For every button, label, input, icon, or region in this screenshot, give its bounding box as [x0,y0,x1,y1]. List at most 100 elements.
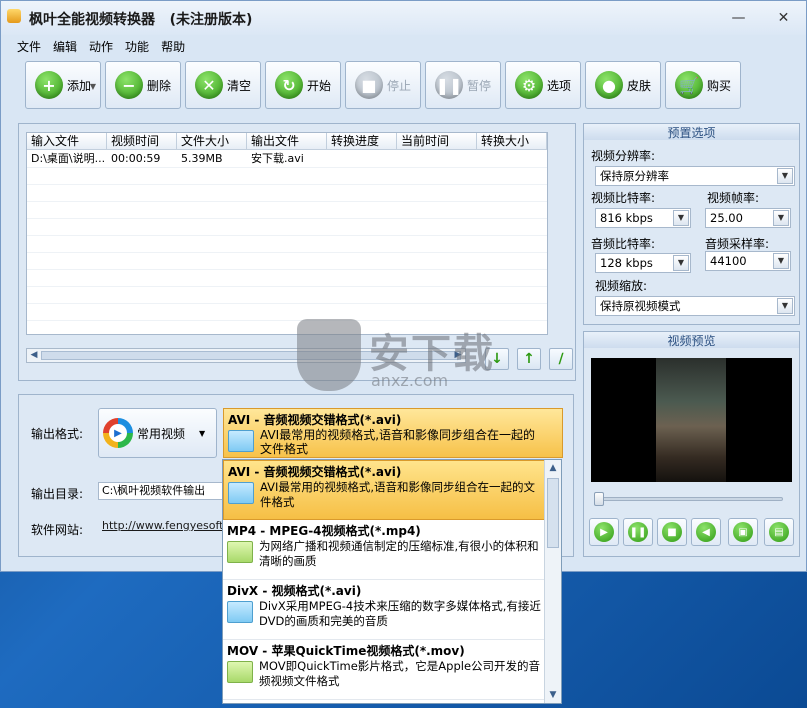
table-cell [477,150,547,167]
table-cell: 00:00:59 [111,152,161,165]
open-folder-button[interactable]: ▤ [764,518,794,546]
format-select-title: AVI - 音频视频交错格式(*.avi) [228,413,402,427]
clear-button[interactable]: ✕ 清空 [185,61,261,109]
play-icon: ▶ [594,522,614,542]
skin-button[interactable]: ● 皮肤 [585,61,661,109]
table-header: 输入文件 视频时间 文件大小 输出文件 转换进度 当前时间 转换大小 [27,133,547,150]
video-bitrate-value: 816 kbps [600,211,653,225]
website-link[interactable]: http://www.fengyesoft.c [102,519,233,532]
column-header[interactable]: 文件大小 [177,133,247,149]
format-option-title: MP4 - MPEG-4视频格式(*.mp4) [227,524,421,538]
stop-icon: ■ [662,522,682,542]
column-header[interactable]: 转换大小 [477,133,547,149]
output-dir-input[interactable]: C:\枫叶视频软件输出 [98,482,223,500]
camera-icon: ▣ [733,522,753,542]
toolbar: + 添加 ▼ − 删除 ✕ 清空 ↻ 开始 ■ 停止 ❚❚ 暂停 ⚙ 选项 ● [25,61,781,113]
format-option-title: DivX - 视频格式(*.avi) [227,584,362,598]
stop-icon: ■ [354,71,383,99]
scroll-down-icon[interactable]: ▼ [545,687,561,703]
minimize-button[interactable]: — [716,1,761,35]
wand-icon: ∕ [558,351,564,367]
window-title: 枫叶全能视频转换器 (未注册版本) [29,12,253,28]
format-option[interactable]: MP4 - MPEG-4视频格式(*.mp4) 为网络广播和视频通信制定的压缩标… [223,520,545,580]
scroll-left-icon[interactable]: ◀ [27,349,41,362]
preview-title: 视频预览 [584,332,799,348]
folder-icon [228,430,254,452]
audio-bitrate-select[interactable]: 128 kbps ▼ [595,253,691,273]
column-header[interactable]: 输入文件 [27,133,107,149]
options-button[interactable]: ⚙ 选项 [505,61,581,109]
video-frame [656,358,726,482]
delete-label: 删除 [146,78,171,93]
cart-icon: 🛒 [674,71,703,99]
format-option[interactable]: DivX - 视频格式(*.avi) DivX采用MPEG-4技术来压缩的数字多… [223,580,545,640]
stop-button[interactable]: ■ 停止 [345,61,421,109]
column-header[interactable]: 输出文件 [247,133,327,149]
video-bitrate-select[interactable]: 816 kbps ▼ [595,208,691,228]
format-select-desc: AVI最常用的视频格式,语音和影像同步组合在一起的文件格式 [260,428,536,456]
seek-slider[interactable] [594,492,783,506]
format-option-title: AVI - 音频视频交错格式(*.avi) [228,465,402,479]
title-bar: 枫叶全能视频转换器 (未注册版本) — ✕ [1,1,806,35]
output-format-label: 输出格式: [31,427,84,441]
table-cell: 5.39MB [181,152,223,165]
menu-function[interactable]: 功能 [119,35,155,57]
start-button[interactable]: ↻ 开始 [265,61,341,109]
refresh-icon: ↻ [274,71,303,99]
column-header[interactable]: 当前时间 [397,133,477,149]
pause-preview-button[interactable]: ❚❚ [623,518,653,546]
format-option-desc: MOV即QuickTime影片格式，它是Apple公司开发的音频视频文件格式 [259,659,541,688]
scroll-up-icon[interactable]: ▲ [545,460,561,476]
folder-icon [227,601,253,623]
play-button[interactable]: ▶ [589,518,619,546]
format-category-button[interactable]: ▶ 常用视频 ▼ [98,408,217,458]
stop-label: 停止 [386,78,411,93]
scroll-thumb[interactable] [547,478,559,548]
column-header[interactable]: 视频时间 [107,133,177,149]
start-label: 开始 [306,78,331,93]
format-option[interactable]: AVI - 音频视频交错格式(*.avi) AVI最常用的视频格式,语音和影像同… [223,460,545,520]
buy-button[interactable]: 🛒 购买 [665,61,741,109]
framerate-select[interactable]: 25.00 ▼ [705,208,791,228]
folder-icon [228,482,254,504]
edit-button[interactable]: ∕ [549,348,573,370]
menu-bar: 文件 编辑 动作 功能 帮助 [1,35,806,57]
volume-button[interactable]: ◀ [691,518,721,546]
snapshot-button[interactable]: ▣ [728,518,758,546]
chevron-down-icon: ▼ [773,253,789,269]
pause-button[interactable]: ❚❚ 暂停 [425,61,501,109]
options-icon: ⚙ [514,71,543,99]
close-button[interactable]: ✕ [761,1,806,35]
watermark: 安下载 anxz.com [297,317,527,397]
seek-knob[interactable] [594,492,604,506]
column-header[interactable]: 转换进度 [327,133,397,149]
samplerate-label: 音频采样率: [705,237,770,251]
format-category-label: 常用视频 [137,426,186,441]
audio-bitrate-label: 音频比特率: [591,237,656,251]
resolution-select[interactable]: 保持原分辨率 ▼ [595,166,795,186]
framerate-label: 视频帧率: [707,191,760,205]
delete-button[interactable]: − 删除 [105,61,181,109]
menu-help[interactable]: 帮助 [155,35,191,57]
audio-bitrate-value: 128 kbps [600,256,653,270]
website-label: 软件网站: [31,523,84,537]
menu-file[interactable]: 文件 [11,35,47,57]
stop-preview-button[interactable]: ■ [657,518,687,546]
table-row[interactable]: D:\桌面\说明... 00:00:59 5.39MB 安下载.avi [27,150,547,167]
format-option[interactable]: MOV - 苹果QuickTime视频格式(*.mov) MOV即QuickTi… [223,640,545,700]
add-button[interactable]: + 添加 ▼ [25,61,101,109]
scale-select[interactable]: 保持原视频模式 ▼ [595,296,795,316]
menu-edit[interactable]: 编辑 [47,35,83,57]
dropdown-scrollbar[interactable]: ▲ ▼ [544,460,561,703]
output-dir-label: 输出目录: [31,487,84,501]
minus-icon: − [114,71,143,99]
menu-action[interactable]: 动作 [83,35,119,57]
format-option-desc: DivX采用MPEG-4技术来压缩的数字多媒体格式,有接近DVD的画质和完美的音… [259,599,541,628]
apple-icon: ● [594,71,623,99]
clear-label: 清空 [226,78,251,93]
samplerate-select[interactable]: 44100 ▼ [705,251,791,271]
resolution-label: 视频分辨率: [591,149,656,163]
format-select[interactable]: AVI - 音频视频交错格式(*.avi) AVI最常用的视频格式,语音和影像同… [223,408,563,458]
skin-label: 皮肤 [626,78,651,93]
scale-value: 保持原视频模式 [600,299,681,313]
